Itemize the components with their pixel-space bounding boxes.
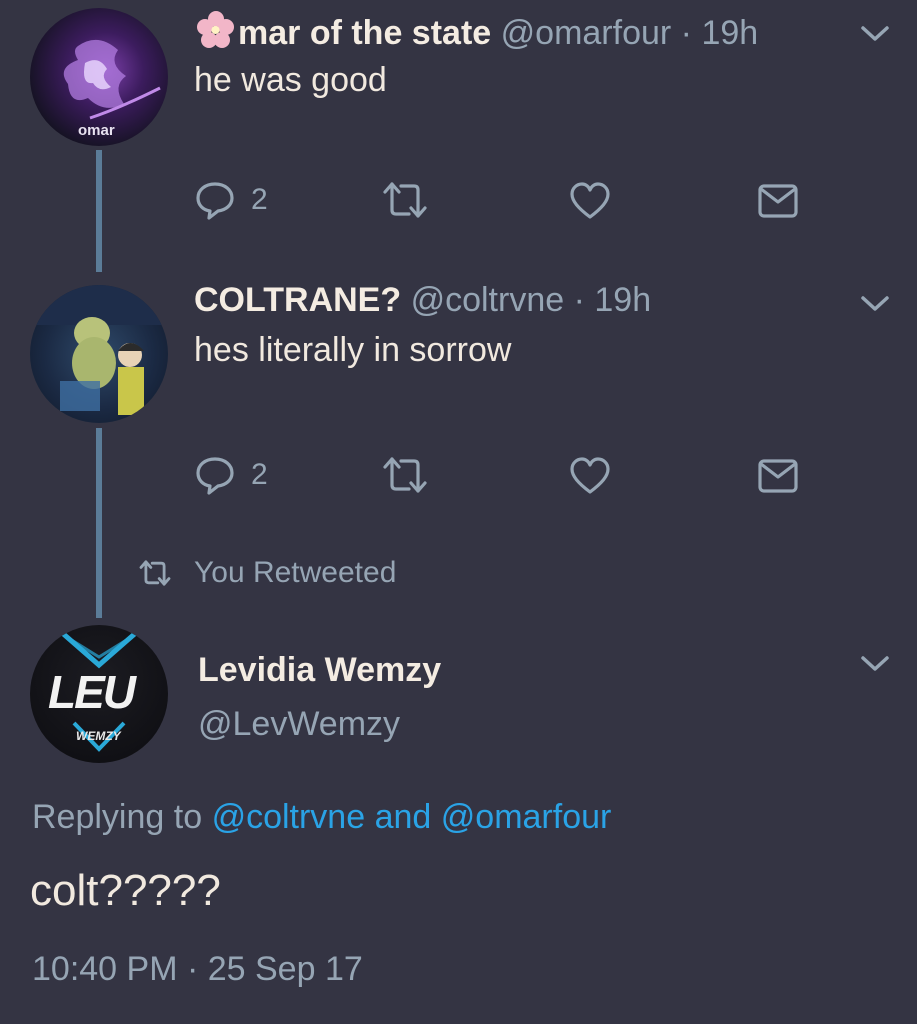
tweet2-time[interactable]: 19h bbox=[594, 281, 651, 319]
direct-message-icon[interactable] bbox=[757, 458, 799, 494]
tweet2-header: COLTRANE? @coltrvne · 19h bbox=[194, 280, 651, 320]
avatar-coltrvne[interactable] bbox=[30, 285, 168, 423]
replying-to: Replying to @coltrvne and @omarfour bbox=[32, 798, 611, 837]
tweet2-handle[interactable]: @coltrvne bbox=[411, 281, 565, 319]
chevron-down-icon[interactable] bbox=[858, 292, 892, 316]
cherry-blossom-icon bbox=[197, 11, 234, 48]
avatar-levwemzy[interactable]: LEU WEMZY bbox=[30, 625, 168, 763]
tweet1-separator: · bbox=[680, 14, 692, 52]
main-display-name[interactable]: Levidia Wemzy bbox=[198, 650, 441, 690]
reply-user-coltrvne[interactable]: @coltrvne bbox=[212, 798, 366, 836]
tweet2-display-name[interactable]: COLTRANE? bbox=[194, 281, 401, 319]
tweet2-separator: · bbox=[573, 281, 585, 319]
tweet2-reply-button[interactable]: 2 bbox=[195, 455, 268, 495]
main-tweet-text: colt????? bbox=[30, 866, 221, 915]
avatar-logo-text: LEU bbox=[48, 666, 136, 718]
retweet-note: You Retweeted bbox=[136, 556, 396, 590]
direct-message-icon[interactable] bbox=[757, 183, 799, 219]
replying-prefix: Replying to bbox=[32, 798, 203, 836]
reply-and[interactable]: and bbox=[375, 798, 432, 836]
tweet1-time[interactable]: 19h bbox=[701, 14, 758, 52]
avatar-omarfour[interactable]: omar bbox=[30, 8, 168, 146]
retweet-small-icon bbox=[139, 560, 171, 586]
tweet2-text: hes literally in sorrow bbox=[194, 331, 512, 369]
retweet-icon[interactable] bbox=[381, 455, 429, 495]
reply-icon bbox=[196, 457, 234, 495]
retweet-icon[interactable] bbox=[381, 180, 429, 220]
main-handle[interactable]: @LevWemzy bbox=[198, 704, 400, 744]
main-timestamp: 10:40 PM · 25 Sep 17 bbox=[32, 950, 363, 988]
chevron-down-icon[interactable] bbox=[858, 22, 892, 46]
retweet-note-text: You Retweeted bbox=[194, 556, 397, 589]
tweet1-display-name[interactable]: mar of the state bbox=[238, 14, 491, 52]
thread-line-2 bbox=[96, 428, 102, 618]
like-heart-icon[interactable] bbox=[569, 181, 611, 221]
avatar-wemzy-label: WEMZY bbox=[76, 729, 121, 743]
avatar-photo-icon bbox=[30, 285, 168, 415]
avatar-omar-label: omar bbox=[78, 122, 115, 139]
tweet1-handle[interactable]: @omarfour bbox=[501, 14, 672, 52]
thread-line-1 bbox=[96, 150, 102, 272]
reply-user-omarfour[interactable]: @omarfour bbox=[441, 798, 612, 836]
tweet1-header: mar of the state @omarfour · 19h bbox=[194, 10, 758, 53]
tweet2-reply-count: 2 bbox=[251, 458, 268, 491]
tweet1-text: he was good bbox=[194, 61, 387, 99]
like-heart-icon[interactable] bbox=[569, 456, 611, 496]
tweet1-reply-button[interactable]: 2 bbox=[195, 180, 268, 220]
chevron-down-icon[interactable] bbox=[858, 652, 892, 676]
tweet1-reply-count: 2 bbox=[251, 183, 268, 216]
reply-icon bbox=[196, 182, 234, 220]
